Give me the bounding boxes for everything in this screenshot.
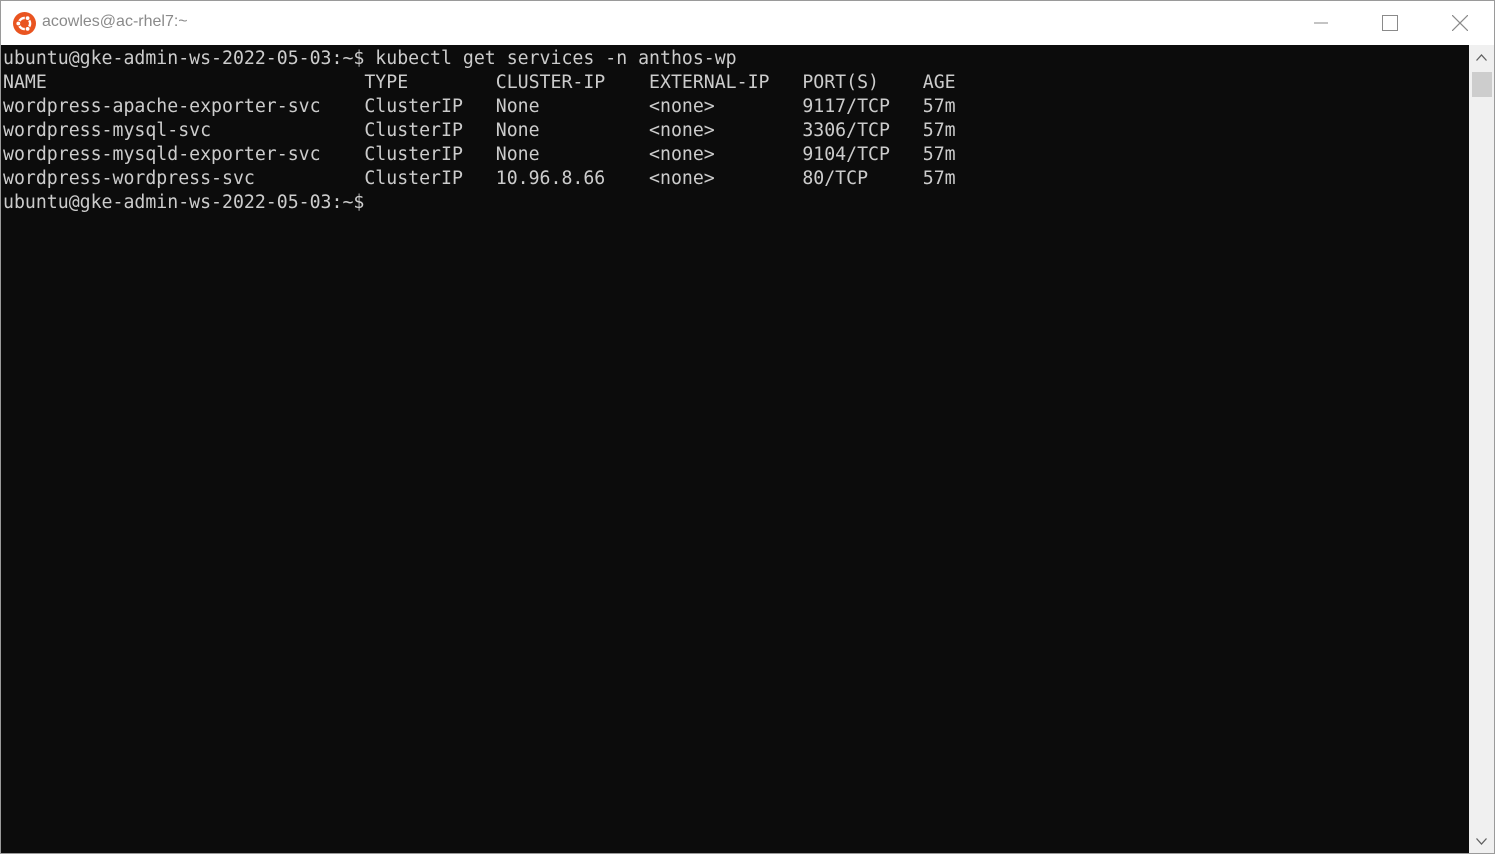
close-button[interactable] (1425, 1, 1495, 45)
table-row: wordpress-mysqld-exporter-svc ClusterIP … (3, 144, 956, 165)
close-icon (1452, 15, 1468, 31)
table-header: NAME TYPE CLUSTER-IP EXTERNAL-IP PORT(S)… (3, 72, 956, 93)
scroll-down-arrow-icon (1476, 832, 1487, 850)
maximize-icon (1382, 15, 1398, 31)
scroll-up-button[interactable] (1469, 45, 1494, 69)
scroll-up-arrow-icon (1476, 48, 1487, 66)
prompt-line: ubuntu@gke-admin-ws-2022-05-03:~$ (3, 192, 365, 213)
terminal-output[interactable]: ubuntu@gke-admin-ws-2022-05-03:~$ kubect… (1, 45, 1469, 853)
ubuntu-logo-icon (13, 12, 36, 35)
minimize-icon (1314, 16, 1328, 30)
command-line: ubuntu@gke-admin-ws-2022-05-03:~$ kubect… (3, 48, 737, 69)
table-row: wordpress-apache-exporter-svc ClusterIP … (3, 96, 956, 117)
table-row: wordpress-wordpress-svc ClusterIP 10.96.… (3, 168, 956, 189)
vertical-scrollbar[interactable] (1469, 45, 1494, 853)
table-row: wordpress-mysql-svc ClusterIP None <none… (3, 120, 956, 141)
scroll-down-button[interactable] (1469, 829, 1494, 853)
window-title: acowles@ac-rhel7:~ (42, 13, 188, 30)
minimize-button[interactable] (1286, 1, 1356, 45)
maximize-button[interactable] (1355, 1, 1425, 45)
terminal-window: acowles@ac-rhel7:~ ubuntu@gke-admin-ws-2… (0, 0, 1495, 854)
terminal-lines: ubuntu@gke-admin-ws-2022-05-03:~$ kubect… (3, 47, 956, 215)
scroll-thumb[interactable] (1472, 72, 1492, 97)
title-bar[interactable]: acowles@ac-rhel7:~ (1, 1, 1494, 45)
